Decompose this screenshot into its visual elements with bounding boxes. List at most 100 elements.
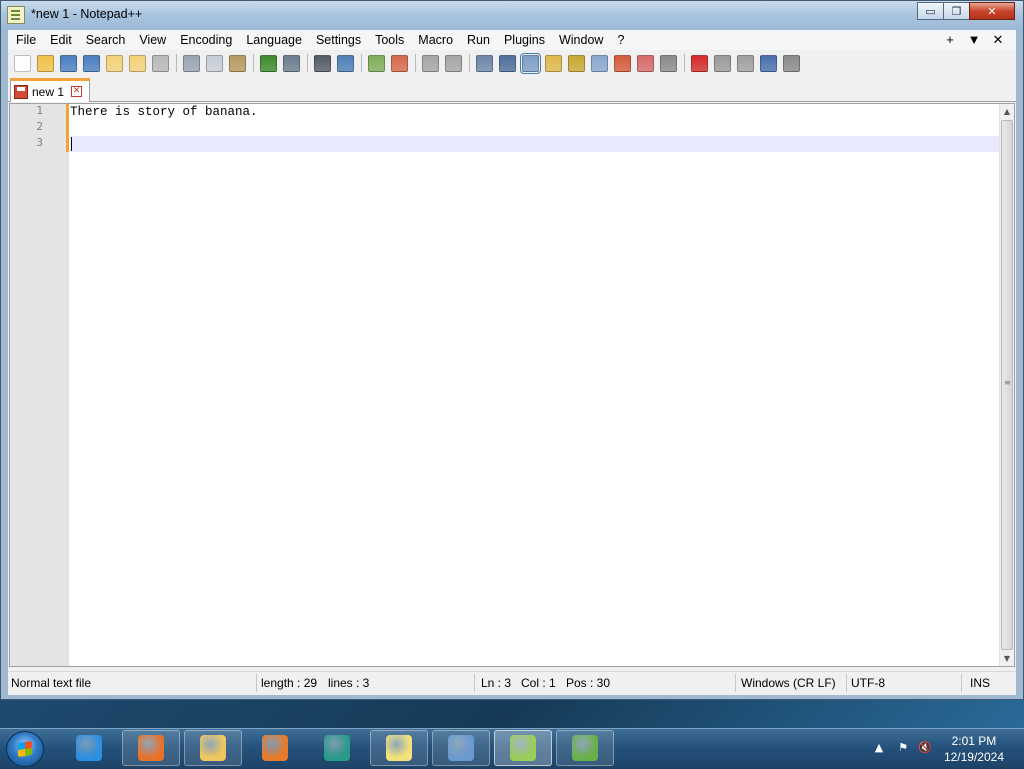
tab-new-1[interactable]: new 1 ✕ bbox=[10, 78, 90, 102]
close-button[interactable]: ✕ bbox=[969, 2, 1015, 20]
status-eol[interactable]: Windows (CR LF) bbox=[741, 676, 836, 690]
save-macro-icon[interactable] bbox=[783, 54, 800, 72]
notepad-window: *new 1 - Notepad++ ▭ ❐ ✕ File Edit Search V… bbox=[0, 0, 1024, 700]
sync-vertical-icon[interactable] bbox=[422, 54, 439, 72]
menu-language[interactable]: Language bbox=[239, 30, 309, 50]
volume-muted-icon[interactable]: 🔇 bbox=[918, 741, 932, 755]
status-bar: Normal text file length : 29 lines : 3 L… bbox=[8, 671, 1016, 693]
menu-edit[interactable]: Edit bbox=[43, 30, 79, 50]
taskbar: ▲ ⚑ 🔇 2:01 PM 12/19/2024 bbox=[0, 728, 1024, 768]
redo-icon[interactable] bbox=[283, 54, 300, 72]
menu-search[interactable]: Search bbox=[79, 30, 133, 50]
status-divider bbox=[735, 674, 736, 692]
scroll-up-icon[interactable]: ▲ bbox=[1000, 104, 1014, 119]
replace-icon[interactable] bbox=[337, 54, 354, 72]
doc-list-icon[interactable] bbox=[660, 54, 677, 72]
menu-file[interactable]: File bbox=[8, 30, 43, 50]
toolbar-separator bbox=[307, 54, 308, 72]
folder-as-workspace-icon[interactable] bbox=[614, 54, 631, 72]
copy-icon[interactable] bbox=[206, 54, 223, 72]
minimize-button[interactable]: ▭ bbox=[917, 2, 944, 20]
menu-encoding[interactable]: Encoding bbox=[173, 30, 239, 50]
status-insert-mode[interactable]: INS bbox=[970, 676, 990, 690]
status-pos: Pos : 30 bbox=[566, 676, 611, 690]
cut-icon[interactable] bbox=[183, 54, 200, 72]
status-divider bbox=[846, 674, 847, 692]
scroll-down-icon[interactable]: ▼ bbox=[1000, 651, 1014, 666]
monitoring-icon[interactable] bbox=[637, 54, 654, 72]
text-area[interactable]: There is story of banana. bbox=[70, 104, 1000, 666]
clock-date: 12/19/2024 bbox=[943, 750, 1004, 764]
code-line[interactable]: There is story of banana. bbox=[70, 104, 1000, 120]
action-center-icon[interactable]: ⚑ bbox=[896, 741, 910, 755]
new-file-icon[interactable] bbox=[14, 54, 31, 72]
change-history-bar bbox=[66, 104, 69, 152]
current-code-line[interactable] bbox=[70, 136, 1000, 152]
find-icon[interactable] bbox=[314, 54, 331, 72]
tab-close-icon[interactable]: ✕ bbox=[71, 86, 83, 97]
doc-map-icon[interactable] bbox=[568, 54, 585, 72]
line-number-gutter: 1 2 3 bbox=[10, 104, 69, 666]
menu-view[interactable]: View bbox=[132, 30, 173, 50]
close-all-icon[interactable] bbox=[129, 54, 146, 72]
toolbar-separator bbox=[684, 54, 685, 72]
open-file-icon[interactable] bbox=[37, 54, 54, 72]
menu-window[interactable]: Window bbox=[552, 30, 610, 50]
taskbar-button[interactable] bbox=[60, 730, 118, 766]
window-controls: ▭ ❐ ✕ bbox=[917, 2, 1015, 20]
tab-label: new 1 bbox=[32, 84, 65, 99]
taskbar-button[interactable] bbox=[246, 730, 304, 766]
print-icon[interactable] bbox=[152, 54, 169, 72]
line-number: 3 bbox=[36, 136, 43, 149]
zoom-out-icon[interactable] bbox=[391, 54, 408, 72]
run-macro-multiple-icon[interactable] bbox=[760, 54, 777, 72]
notepad-plus-plus-icon bbox=[510, 735, 536, 761]
taskbar-button[interactable] bbox=[432, 730, 490, 766]
stop-record-icon[interactable] bbox=[714, 54, 731, 72]
code-line[interactable] bbox=[70, 120, 1000, 136]
menu-settings[interactable]: Settings bbox=[309, 30, 368, 50]
vertical-scrollbar[interactable]: ▲ ≡ ▼ bbox=[999, 104, 1014, 666]
close-icon[interactable] bbox=[106, 54, 123, 72]
show-hidden-icons-icon[interactable]: ▲ bbox=[872, 741, 886, 755]
gecko-app-icon bbox=[572, 735, 598, 761]
tab-list-button[interactable]: ▼ bbox=[962, 30, 986, 50]
menu-tools[interactable]: Tools bbox=[368, 30, 411, 50]
toolbar bbox=[8, 50, 1016, 76]
save-all-icon[interactable] bbox=[83, 54, 100, 72]
taskbar-button[interactable] bbox=[122, 730, 180, 766]
taskbar-button[interactable] bbox=[184, 730, 242, 766]
zoom-in-icon[interactable] bbox=[368, 54, 385, 72]
clock[interactable]: 2:01 PM 12/19/2024 bbox=[944, 733, 1004, 765]
taskbar-button[interactable] bbox=[370, 730, 428, 766]
editor-pane[interactable]: 1 2 3 There is story of banana. ▲ ≡ ▼ bbox=[9, 103, 1015, 667]
menu-run[interactable]: Run bbox=[460, 30, 497, 50]
toolbar-separator bbox=[361, 54, 362, 72]
taskbar-button[interactable] bbox=[494, 730, 552, 766]
paste-icon[interactable] bbox=[229, 54, 246, 72]
save-icon[interactable] bbox=[60, 54, 77, 72]
scroll-thumb[interactable]: ≡ bbox=[1001, 120, 1013, 650]
status-encoding[interactable]: UTF-8 bbox=[851, 676, 885, 690]
word-wrap-icon[interactable] bbox=[476, 54, 493, 72]
record-macro-icon[interactable] bbox=[691, 54, 708, 72]
indent-guide-icon[interactable] bbox=[520, 52, 541, 74]
tab-bar: new 1 ✕ bbox=[8, 76, 1016, 102]
show-all-chars-icon[interactable] bbox=[499, 54, 516, 72]
menu-help[interactable]: ? bbox=[610, 30, 631, 50]
maximize-button[interactable]: ❐ bbox=[943, 2, 970, 20]
close-doc-button[interactable]: ✕ bbox=[986, 30, 1010, 50]
user-define-lang-icon[interactable] bbox=[545, 54, 562, 72]
title-bar[interactable]: *new 1 - Notepad++ ▭ ❐ ✕ bbox=[1, 1, 1023, 30]
start-button[interactable] bbox=[6, 731, 44, 767]
menu-macro[interactable]: Macro bbox=[411, 30, 460, 50]
notepad-app-icon[interactable] bbox=[7, 6, 25, 24]
function-list-icon[interactable] bbox=[591, 54, 608, 72]
menu-plugins[interactable]: Plugins bbox=[497, 30, 552, 50]
new-tab-button[interactable]: + bbox=[938, 30, 962, 50]
taskbar-button[interactable] bbox=[556, 730, 614, 766]
sync-horizontal-icon[interactable] bbox=[445, 54, 462, 72]
playback-macro-icon[interactable] bbox=[737, 54, 754, 72]
undo-icon[interactable] bbox=[260, 54, 277, 72]
taskbar-button[interactable] bbox=[308, 730, 366, 766]
